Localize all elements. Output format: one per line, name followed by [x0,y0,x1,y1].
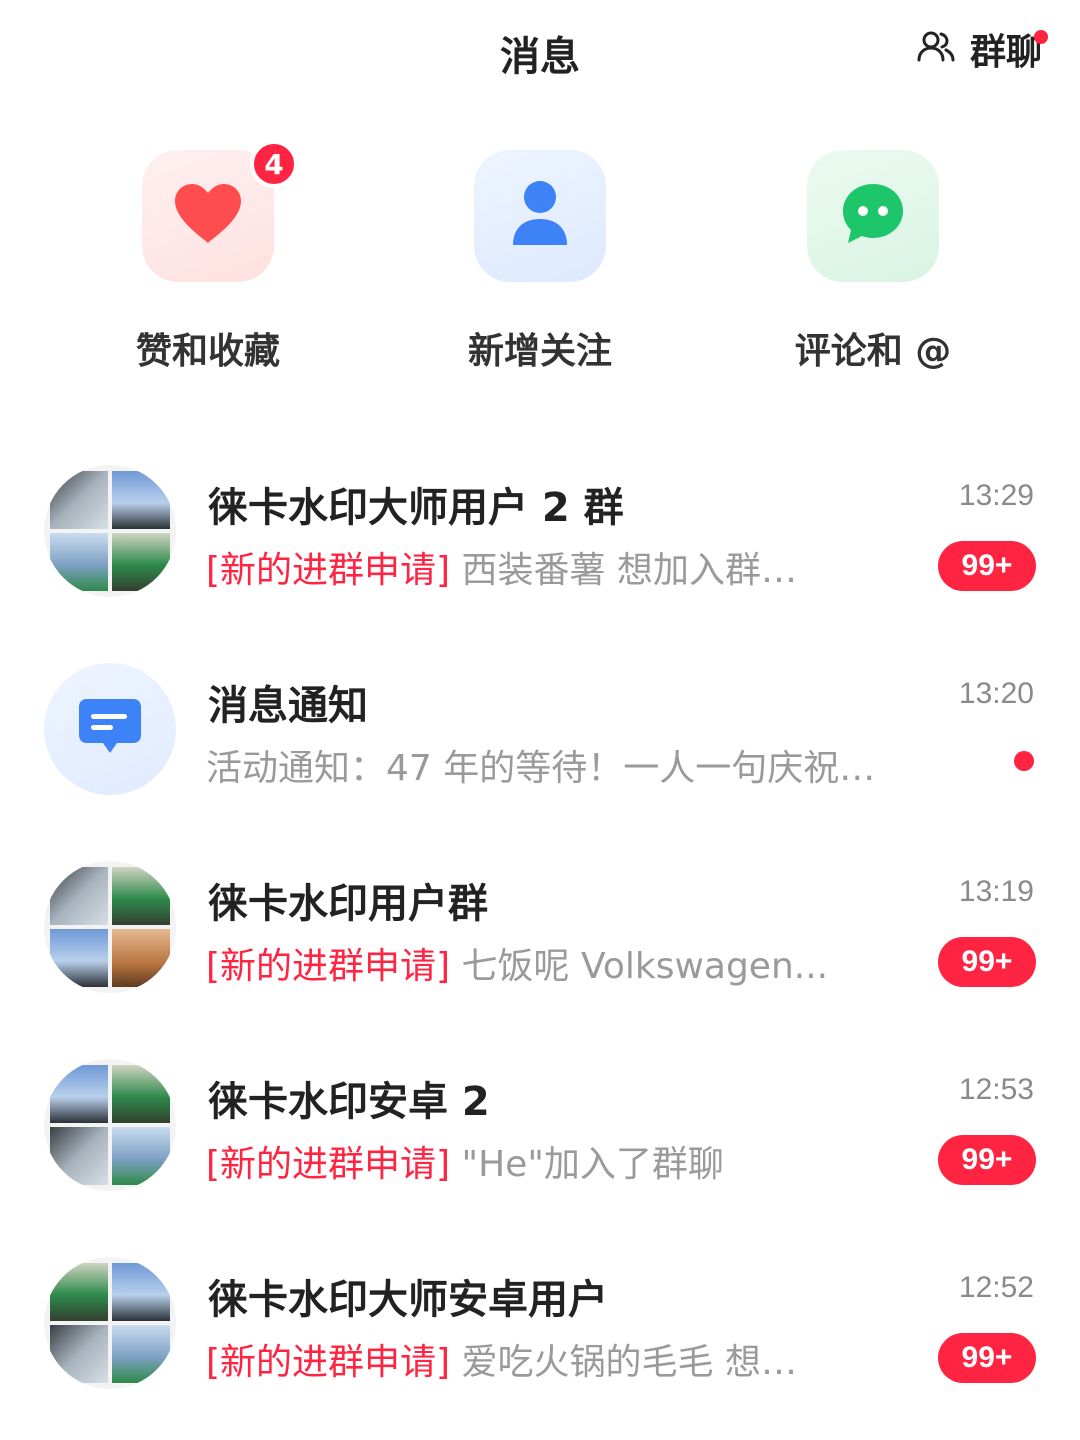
comments-tile [807,150,939,282]
preview-text: "He"加入了群聊 [461,1144,724,1185]
shortcut-label: 评论和 @ [794,331,952,372]
notification-shortcuts: 4 赞和收藏 新增关注 评论和 @ [0,140,1080,390]
conversation-preview: [新的进群申请] 七饭呢 Volkswagen... [206,937,906,989]
chat-bubble-icon [840,181,906,251]
group-chat-label: 群聊 [969,32,1042,73]
conversation-time: 13:20 [958,677,1034,710]
conversation-preview: [新的进群申请] 爱吃火锅的毛毛 想… [206,1333,906,1385]
group-avatar [44,1257,176,1389]
preview-text: 七饭呢 Volkswagen... [461,946,829,987]
unread-count-badge: 99+ [938,1135,1036,1185]
conversation-row[interactable]: 徕卡水印用户群 13:19 [新的进群申请] 七饭呢 Volkswagen...… [0,861,1080,1001]
group-chat-button[interactable]: 群聊 [916,26,1048,73]
unread-dot [1014,751,1034,771]
conversation-row[interactable]: 徕卡水印大师安卓用户 12:52 [新的进群申请] 爱吃火锅的毛毛 想… 99+ [0,1257,1080,1397]
unread-count-badge: 99+ [938,1333,1036,1383]
unread-count-badge: 99+ [938,541,1036,591]
group-chat-unread-dot [1034,30,1048,44]
shortcut-label: 赞和收藏 [135,331,280,372]
conversation-name: 徕卡水印大师用户 2 群 [208,485,624,531]
followers-tile [474,150,606,282]
group-avatar [44,861,176,993]
conversation-time: 13:29 [958,479,1034,512]
group-people-icon [916,27,956,71]
shortcut-label: 新增关注 [467,331,612,372]
shortcut-new-followers[interactable]: 新增关注 [420,150,660,390]
conversation-time: 12:52 [958,1271,1034,1304]
preview-tag: [新的进群申请] [206,946,451,987]
message-notice-avatar [44,663,176,795]
person-icon [510,179,570,253]
likes-count-badge: 4 [250,140,298,188]
conversation-preview: 活动通知：47 年的等待！一人一句庆祝… [206,748,876,789]
message-notice-icon [77,697,143,761]
conversation-time: 13:19 [958,875,1034,908]
top-bar: 消息 群聊 [0,0,1080,100]
preview-text: 爱吃火锅的毛毛 想… [461,1342,797,1383]
likes-tile: 4 [142,140,298,282]
conversation-row[interactable]: 徕卡水印大师用户 2 群 13:29 [新的进群申请] 西装番薯 想加入群… 9… [0,465,1080,605]
preview-text: 西装番薯 想加入群… [461,550,797,591]
group-avatar [44,1059,176,1191]
unread-count-badge: 99+ [938,937,1036,987]
conversation-name: 徕卡水印大师安卓用户 [208,1277,608,1323]
conversation-row[interactable]: 消息通知 13:20 活动通知：47 年的等待！一人一句庆祝… [0,663,1080,803]
group-avatar [44,465,176,597]
shortcut-likes-collections[interactable]: 4 赞和收藏 [88,140,328,390]
conversation-name: 徕卡水印安卓 2 [208,1079,490,1125]
conversation-time: 12:53 [958,1073,1034,1106]
preview-tag: [新的进群申请] [206,1342,451,1383]
preview-tag: [新的进群申请] [206,550,451,591]
conversation-name: 徕卡水印用户群 [208,881,488,927]
shortcut-comments-mentions[interactable]: 评论和 @ [753,150,993,390]
conversation-preview: [新的进群申请] 西装番薯 想加入群… [206,541,906,593]
heart-icon [173,183,243,249]
conversation-row[interactable]: 徕卡水印安卓 2 12:53 [新的进群申请] "He"加入了群聊 99+ [0,1059,1080,1199]
preview-tag: [新的进群申请] [206,1144,451,1185]
conversation-name: 消息通知 [208,683,368,729]
conversation-preview: [新的进群申请] "He"加入了群聊 [206,1135,906,1187]
